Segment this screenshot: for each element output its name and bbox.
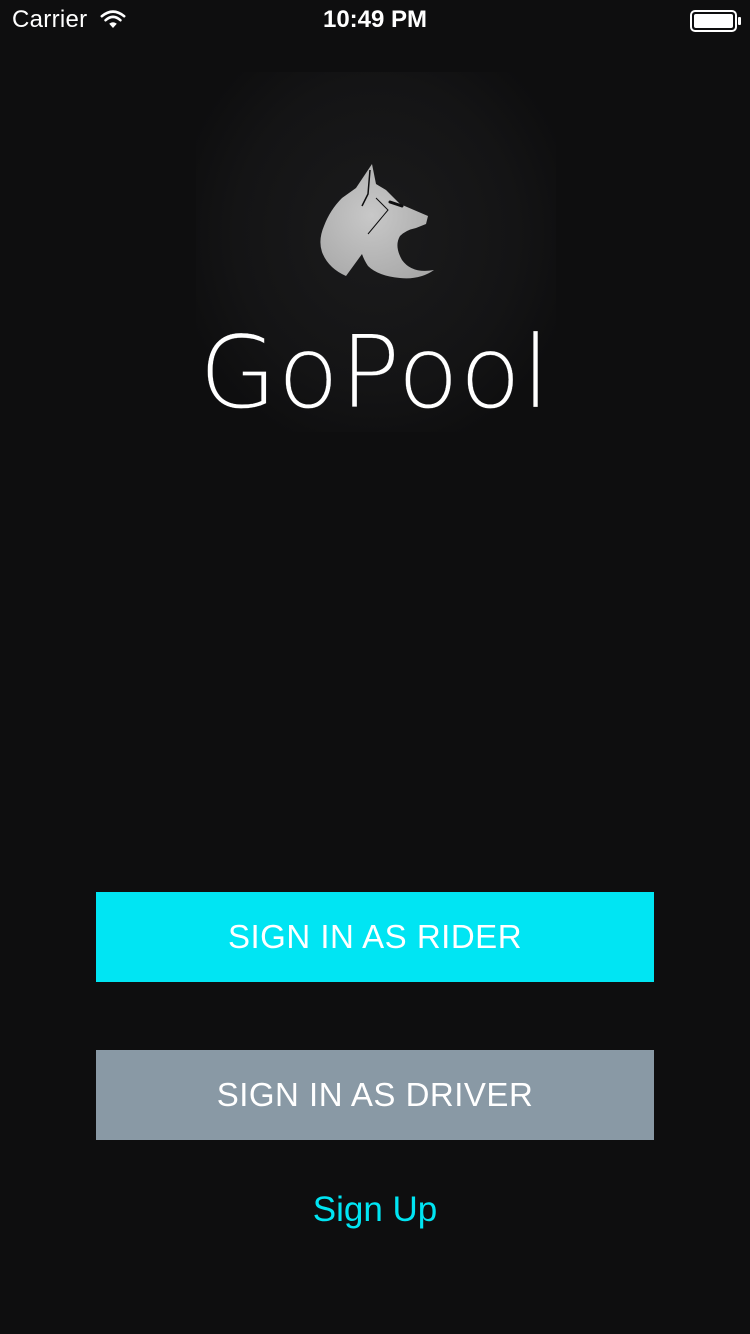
status-bar: Carrier 10:49 PM (0, 0, 750, 40)
status-time: 10:49 PM (322, 6, 428, 33)
battery-full-icon (690, 10, 742, 32)
wolf-logo-icon (316, 160, 436, 282)
sign-up-link[interactable]: Sign Up (0, 1190, 750, 1230)
app-title: GoPool (199, 314, 551, 431)
sign-in-rider-button[interactable]: SIGN IN AS RIDER (96, 892, 654, 982)
sign-in-driver-button[interactable]: SIGN IN AS DRIVER (96, 1050, 654, 1140)
